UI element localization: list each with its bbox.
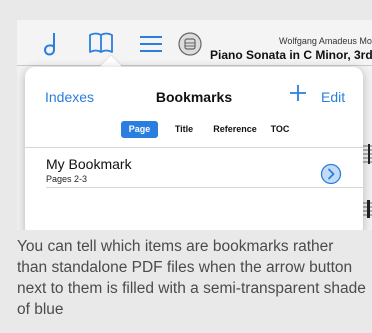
illustration-frame: Wolfgang Amadeus Mo Piano Sonata in C Mi… [0, 0, 372, 333]
segment-toc[interactable]: TOC [268, 121, 292, 138]
sheet-music-staff [363, 144, 372, 164]
chevron-right-circle-icon [320, 163, 342, 185]
add-bookmark-button[interactable] [287, 82, 309, 104]
bookmark-pages: Pages 2-3 [46, 174, 88, 184]
edit-button[interactable]: Edit [321, 89, 345, 105]
circle-toggle-icon[interactable] [177, 31, 203, 57]
score-title: Piano Sonata in C Minor, 3rd Mo [210, 48, 372, 62]
segment-reference[interactable]: Reference [206, 121, 264, 138]
toolbar: Wolfgang Amadeus Mo Piano Sonata in C Mi… [17, 20, 372, 66]
bookmark-detail-button[interactable] [320, 163, 342, 185]
book-icon[interactable] [87, 31, 115, 57]
popover-title: Bookmarks [155, 89, 233, 105]
segment-page[interactable]: Page [121, 121, 158, 138]
bookmark-row[interactable]: My Bookmark Pages 2-3 [25, 148, 363, 188]
score-composer: Wolfgang Amadeus Mo [279, 36, 372, 46]
segment-title[interactable]: Title [169, 121, 199, 138]
menu-icon[interactable] [137, 31, 165, 57]
divider [46, 187, 363, 188]
sheet-music-staff-lower [363, 200, 372, 218]
plus-icon [290, 85, 306, 101]
bookmark-title: My Bookmark [46, 156, 132, 172]
bookmarks-popover: Indexes Bookmarks Edit Page Title Refere… [25, 67, 363, 230]
ipad-screen: Wolfgang Amadeus Mo Piano Sonata in C Mi… [17, 20, 372, 230]
caption-text: You can tell which items are bookmarks r… [17, 238, 366, 318]
music-note-icon[interactable] [37, 31, 65, 57]
